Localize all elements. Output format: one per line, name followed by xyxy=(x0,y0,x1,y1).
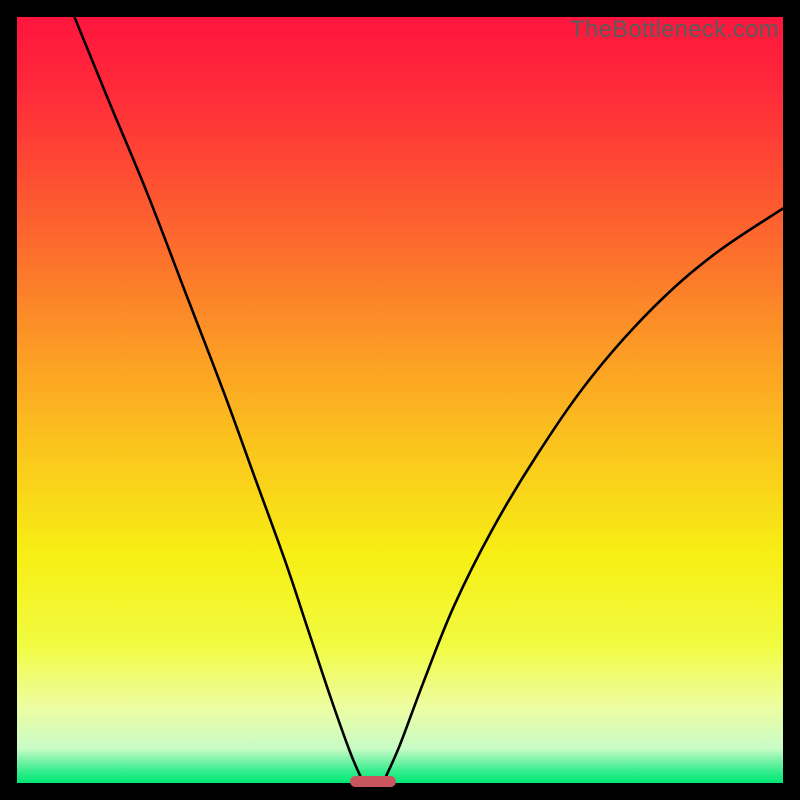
bottleneck-curves xyxy=(17,17,783,783)
curve-left xyxy=(74,17,361,779)
optimum-marker xyxy=(350,776,396,787)
plot-frame: TheBottleneck.com xyxy=(17,17,783,783)
watermark-text: TheBottleneck.com xyxy=(570,16,779,44)
curve-right xyxy=(385,209,783,780)
